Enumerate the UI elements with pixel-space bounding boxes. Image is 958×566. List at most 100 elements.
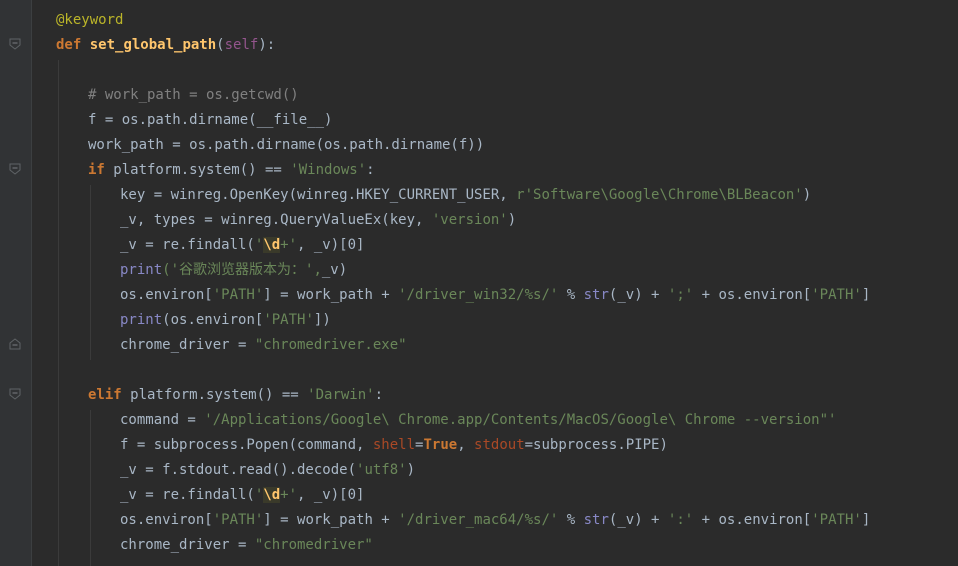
- paren-token: (: [216, 37, 225, 53]
- fold-open-icon[interactable]: [9, 388, 21, 400]
- code-text: f = os.path.dirname(__file__): [88, 112, 333, 128]
- keyword-token: True: [423, 437, 458, 453]
- string-token: 'Windows': [290, 162, 367, 178]
- code-text: ): [802, 187, 812, 203]
- code-line[interactable]: os.environ['PATH'] = work_path + '/drive…: [120, 508, 870, 533]
- code-line[interactable]: _v = f.stdout.read().decode('utf8'): [120, 458, 415, 483]
- string-token: 'PATH': [263, 312, 314, 328]
- code-text: %: [558, 287, 584, 303]
- code-line[interactable]: f = os.path.dirname(__file__): [88, 108, 332, 133]
- code-text: (_v) +: [608, 287, 668, 303]
- regex-escape-token: \d: [263, 237, 281, 253]
- code-text: platform.system() ==: [121, 387, 308, 403]
- code-text: ]: [861, 287, 871, 303]
- code-line[interactable]: _v, types = winreg.QueryValueEx(key, 've…: [120, 208, 516, 233]
- string-token: '/driver_win32/%s/': [398, 287, 559, 303]
- string-token: 'Darwin': [307, 387, 375, 403]
- code-text: chrome_driver =: [120, 537, 255, 553]
- code-line-print[interactable]: print(os.environ['PATH']): [120, 308, 331, 333]
- gutter-divider: [31, 0, 32, 566]
- code-text: ] = work_path +: [263, 512, 399, 528]
- string-token: 'utf8': [356, 462, 407, 478]
- code-line-decorator[interactable]: @keyword: [56, 8, 123, 33]
- editor-gutter[interactable]: [0, 0, 32, 566]
- code-text: _v = f.stdout.read().decode(: [120, 462, 357, 478]
- code-line[interactable]: chrome_driver = "chromedriver": [120, 533, 373, 558]
- code-line-if[interactable]: if platform.system() == 'Windows':: [88, 158, 375, 183]
- string-token: +': [280, 487, 298, 503]
- string-token: ';': [667, 287, 694, 303]
- code-text: ] = work_path +: [263, 287, 399, 303]
- fold-open-icon[interactable]: [9, 163, 21, 175]
- code-text: chrome_driver =: [120, 337, 255, 353]
- code-text: ): [507, 212, 517, 228]
- fold-open-icon[interactable]: [9, 38, 21, 50]
- code-text: :: [374, 387, 384, 403]
- string-token: '/driver_mac64/%s/': [398, 512, 559, 528]
- string-token: '/Applications/Google\ Chrome.app/Conten…: [204, 412, 837, 428]
- self-token: self: [224, 37, 259, 53]
- string-token: r'Software\Google\Chrome\BLBeacon': [516, 187, 803, 203]
- indent-guide: [58, 60, 59, 566]
- string-token: 'PATH': [212, 287, 264, 303]
- code-text: os.environ[: [120, 287, 213, 303]
- keyword-token: elif: [88, 387, 122, 403]
- regex-escape-token: \d: [263, 487, 281, 503]
- code-editor[interactable]: @keyword def set_global_path(self): # wo…: [0, 0, 958, 566]
- code-line[interactable]: f = subprocess.Popen(command, shell=True…: [120, 433, 668, 458]
- code-text: ): [406, 462, 416, 478]
- fold-close-icon[interactable]: [9, 338, 21, 350]
- code-text: + os.environ[: [693, 287, 812, 303]
- code-text: ,: [457, 437, 475, 453]
- keyword-token: def: [56, 37, 82, 53]
- code-text: ]): [313, 312, 331, 328]
- comment-token: # work_path = os.getcwd(): [88, 87, 299, 103]
- code-line[interactable]: chrome_driver = "chromedriver.exe": [120, 333, 407, 358]
- code-text: =subprocess.PIPE): [524, 437, 668, 453]
- code-line[interactable]: key = winreg.OpenKey(winreg.HKEY_CURRENT…: [120, 183, 811, 208]
- string-token: ':': [667, 512, 694, 528]
- string-token: 'PATH': [811, 512, 862, 528]
- code-text: platform.system() ==: [104, 162, 291, 178]
- code-text: ]: [861, 512, 871, 528]
- code-text: , _v)[0]: [297, 237, 365, 253]
- decorator-token: @keyword: [56, 12, 124, 28]
- code-line-print[interactable]: print('谷歌浏览器版本为：',_v): [120, 258, 347, 283]
- code-text: + os.environ[: [693, 512, 812, 528]
- indent-guide: [90, 410, 91, 566]
- code-line-def[interactable]: def set_global_path(self):: [56, 33, 275, 58]
- string-token: "chromedriver": [254, 537, 373, 553]
- code-text: _v = re.findall(: [120, 487, 255, 503]
- string-token: 'version': [431, 212, 508, 228]
- code-text: key = winreg.OpenKey(winreg.HKEY_CURRENT…: [120, 187, 517, 203]
- kwarg-token: shell: [372, 437, 416, 453]
- code-line-comment[interactable]: # work_path = os.getcwd(): [88, 83, 299, 108]
- code-text: os.environ[: [120, 512, 213, 528]
- builtin-token: str: [583, 512, 609, 528]
- builtin-token: print: [120, 262, 163, 278]
- code-text: _v = re.findall(: [120, 237, 255, 253]
- code-line[interactable]: work_path = os.path.dirname(os.path.dirn…: [88, 133, 484, 158]
- code-text: %: [558, 512, 584, 528]
- function-name-token: set_global_path: [89, 37, 217, 53]
- builtin-token: print: [120, 312, 163, 328]
- code-line[interactable]: command = '/Applications/Google\ Chrome.…: [120, 408, 836, 433]
- code-text: _v): [321, 262, 348, 278]
- code-line[interactable]: _v = re.findall('\d+', _v)[0]: [120, 483, 364, 508]
- code-line[interactable]: os.environ['PATH'] = work_path + '/drive…: [120, 283, 870, 308]
- code-line-elif[interactable]: elif platform.system() == 'Darwin':: [88, 383, 383, 408]
- code-text: (_v) +: [608, 512, 668, 528]
- string-token: "chromedriver.exe": [254, 337, 407, 353]
- indent-guide: [90, 185, 91, 360]
- keyword-token: if: [88, 162, 105, 178]
- paren-token: ):: [258, 37, 276, 53]
- string-token: 'PATH': [811, 287, 862, 303]
- string-token: 'PATH': [212, 512, 264, 528]
- code-line[interactable]: _v = re.findall('\d+', _v)[0]: [120, 233, 364, 258]
- string-token: +': [280, 237, 298, 253]
- code-text: :: [366, 162, 375, 178]
- code-text: _v, types = winreg.QueryValueEx(key,: [120, 212, 432, 228]
- string-token: ('谷歌浏览器版本为：',: [162, 262, 322, 278]
- builtin-token: str: [583, 287, 609, 303]
- code-text: , _v)[0]: [297, 487, 365, 503]
